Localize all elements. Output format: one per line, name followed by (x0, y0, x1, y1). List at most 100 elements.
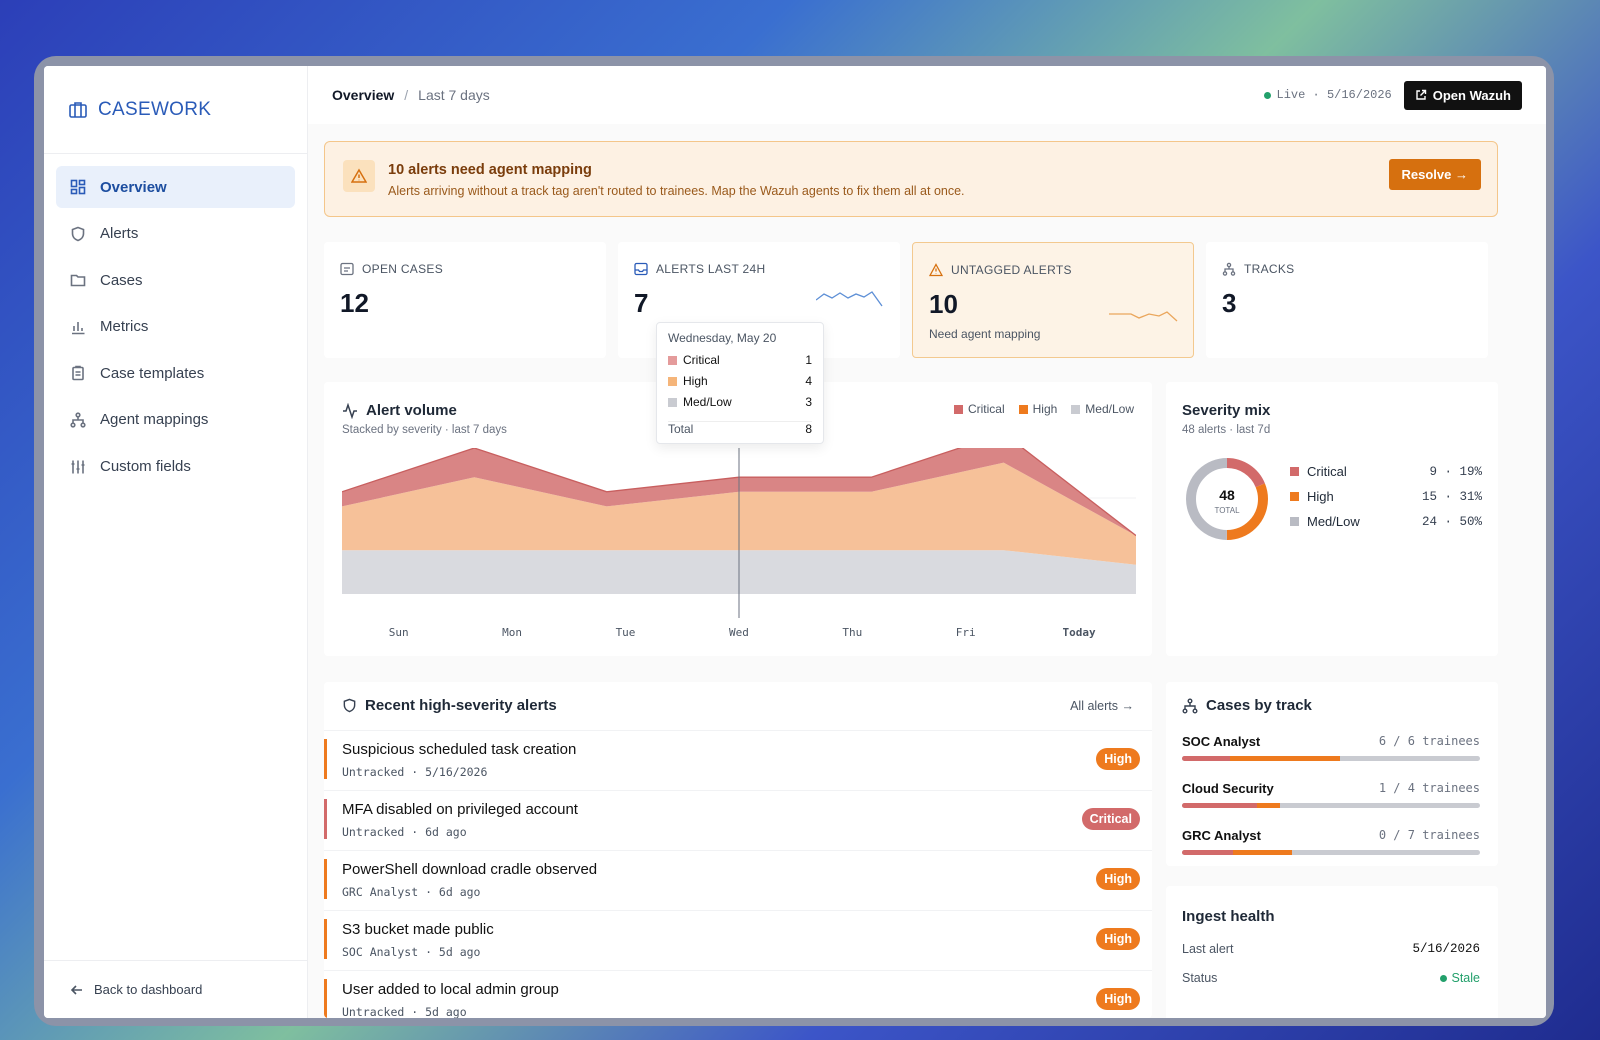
open-wazuh-button[interactable]: Open Wazuh (1403, 80, 1522, 110)
alert-row[interactable]: User added to local admin group Untracked… (324, 970, 1152, 1018)
back-to-dashboard-link[interactable]: Back to dashboard (44, 960, 307, 1018)
sidebar-item-custom-fields[interactable]: Custom fields (56, 446, 295, 488)
donut-total: 48 (1219, 487, 1235, 503)
sidebar-item-metrics[interactable]: Metrics (56, 306, 295, 348)
sidebar-item-cases[interactable]: Cases (56, 259, 295, 301)
legend-medlow[interactable]: Med/Low (1071, 402, 1134, 416)
sidebar-item-overview[interactable]: Overview (56, 166, 295, 208)
x-tick-label: Wed (728, 626, 749, 639)
tooltip-label: Med/Low (683, 395, 732, 409)
ingest-status-row: Status Stale (1182, 971, 1480, 985)
breadcrumb-separator: / (404, 87, 409, 103)
tooltip-date: Wednesday, May 20 (668, 331, 777, 345)
alert-row[interactable]: Suspicious scheduled task creation Untrac… (324, 730, 1152, 788)
activity-icon (343, 402, 357, 419)
sidebar-item-label: Metrics (100, 318, 149, 336)
tooltip-value: 3 (805, 395, 812, 409)
kpi-open-cases[interactable]: OPEN CASES 12 (324, 242, 606, 358)
kpi-tracks[interactable]: TRACKS 3 (1206, 242, 1488, 358)
mix-count-value: 9 (1429, 464, 1437, 479)
legend-high[interactable]: High (1018, 402, 1058, 416)
alert-title: Suspicious scheduled task creation (342, 741, 577, 758)
sidebar-item-label: Case templates (100, 364, 205, 382)
mix-label: Critical (1307, 464, 1347, 479)
kpi-value: 12 (340, 288, 369, 318)
breadcrumb-overview[interactable]: Overview (332, 87, 394, 103)
mix-row-critical: Critical 9 · 19% (1290, 464, 1482, 479)
severity-badge: Critical (1081, 808, 1140, 830)
severity-donut[interactable]: 48 TOTAL (1182, 454, 1272, 544)
app-window: CASEWORK Overview Alerts Cases Metrics C… (34, 56, 1554, 1026)
status-dot-icon (1439, 974, 1447, 982)
mix-swatch (1290, 492, 1299, 501)
x-tick-label: Fri (955, 626, 976, 639)
alert-row[interactable]: PowerShell download cradle observed GRC A… (324, 850, 1152, 908)
x-tick-label: Thu (842, 626, 863, 639)
tooltip-value: 4 (805, 374, 812, 388)
sidebar-item-label: Overview (100, 178, 167, 196)
kpi-label: TRACKS (1244, 262, 1295, 276)
mix-label: Med/Low (1307, 514, 1360, 529)
shield-icon (343, 698, 356, 713)
x-tick-label: Today (1062, 626, 1096, 639)
brand[interactable]: CASEWORK (44, 66, 307, 154)
severity-stripe (324, 799, 327, 839)
sidebar: CASEWORK Overview Alerts Cases Metrics C… (44, 66, 308, 1018)
warning-icon (929, 263, 943, 277)
alert-title: S3 bucket made public (342, 921, 494, 938)
alert-volume-chart[interactable] (342, 448, 1136, 618)
mix-count: 9 · 19% (1429, 464, 1482, 479)
alert-row[interactable]: MFA disabled on privileged account Untrac… (324, 790, 1152, 848)
mix-pct: 31% (1459, 489, 1482, 504)
legend-label: Critical (967, 402, 1005, 416)
chart-tooltip: Wednesday, May 20 Critical 1 High 4 Med/Lo… (656, 322, 824, 444)
kpi-label: UNTAGGED ALERTS (951, 263, 1072, 277)
tooltip-label: Critical (683, 353, 720, 367)
main-content: Overview / Last 7 days Live · 5/16/2026 … (308, 66, 1546, 1018)
alert-title: MFA disabled on privileged account (342, 801, 578, 818)
resolve-label: Resolve (1401, 167, 1452, 182)
alert-meta: SOC Analyst · 5d ago (342, 945, 481, 959)
sidebar-item-alerts[interactable]: Alerts (56, 213, 295, 255)
x-tick-label: Mon (502, 626, 523, 639)
ingest-last-alert-row: Last alert 5/16/2026 (1182, 942, 1480, 956)
status-badge: Stale (1439, 971, 1481, 985)
tooltip-swatch (668, 355, 677, 365)
severity-badge: High (1096, 748, 1140, 770)
tooltip-value: 8 (805, 422, 812, 436)
resolve-button[interactable]: Resolve → (1388, 159, 1481, 190)
sidebar-item-label: Alerts (100, 225, 139, 243)
severity-badge: High (1096, 868, 1140, 890)
network-icon (1182, 698, 1198, 713)
ingest-value: 5/16/2026 (1412, 942, 1480, 956)
mix-count-value: 24 (1421, 514, 1437, 529)
alert-title: User added to local admin group (342, 981, 559, 998)
legend-critical[interactable]: Critical (953, 402, 1005, 416)
sidebar-item-label: Cases (100, 271, 143, 289)
kpi-untagged-alerts[interactable]: UNTAGGED ALERTS 10 Need agent mapping (912, 242, 1194, 358)
sidebar-item-agent-mappings[interactable]: Agent mappings (56, 399, 295, 441)
top-bar: Overview / Last 7 days Live · 5/16/2026 … (308, 66, 1546, 124)
track-count: 1 / 4 trainees (1378, 781, 1480, 795)
sidebar-nav: Overview Alerts Cases Metrics Case templ… (44, 154, 307, 504)
all-alerts-link[interactable]: All alerts → (1070, 699, 1134, 713)
live-label: Live · 5/16/2026 (1276, 88, 1392, 102)
live-status: Live · 5/16/2026 (1263, 88, 1392, 102)
track-count: 6 / 6 trainees (1378, 734, 1480, 748)
tooltip-label: High (683, 374, 708, 388)
sidebar-item-label: Custom fields (100, 458, 191, 476)
track-count: 0 / 7 trainees (1378, 828, 1480, 842)
sidebar-item-case-templates[interactable]: Case templates (56, 352, 295, 394)
folder-icon (70, 274, 86, 287)
status-value: Stale (1451, 971, 1481, 985)
mix-pct: 50% (1459, 514, 1482, 529)
banner-title: 10 alerts need agent mapping (388, 162, 592, 178)
legend-label: High (1032, 402, 1058, 416)
kpi-value: 3 (1222, 288, 1237, 318)
legend-swatch (1018, 404, 1028, 414)
alert-row[interactable]: S3 bucket made public SOC Analyst · 5d ag… (324, 910, 1152, 968)
track-row[interactable]: GRC Analyst 0 / 7 trainees (1182, 828, 1480, 855)
tooltip-row-high: High 4 (668, 374, 812, 388)
track-row[interactable]: Cloud Security 1 / 4 trainees (1182, 781, 1480, 808)
track-row[interactable]: SOC Analyst 6 / 6 trainees (1182, 734, 1480, 761)
